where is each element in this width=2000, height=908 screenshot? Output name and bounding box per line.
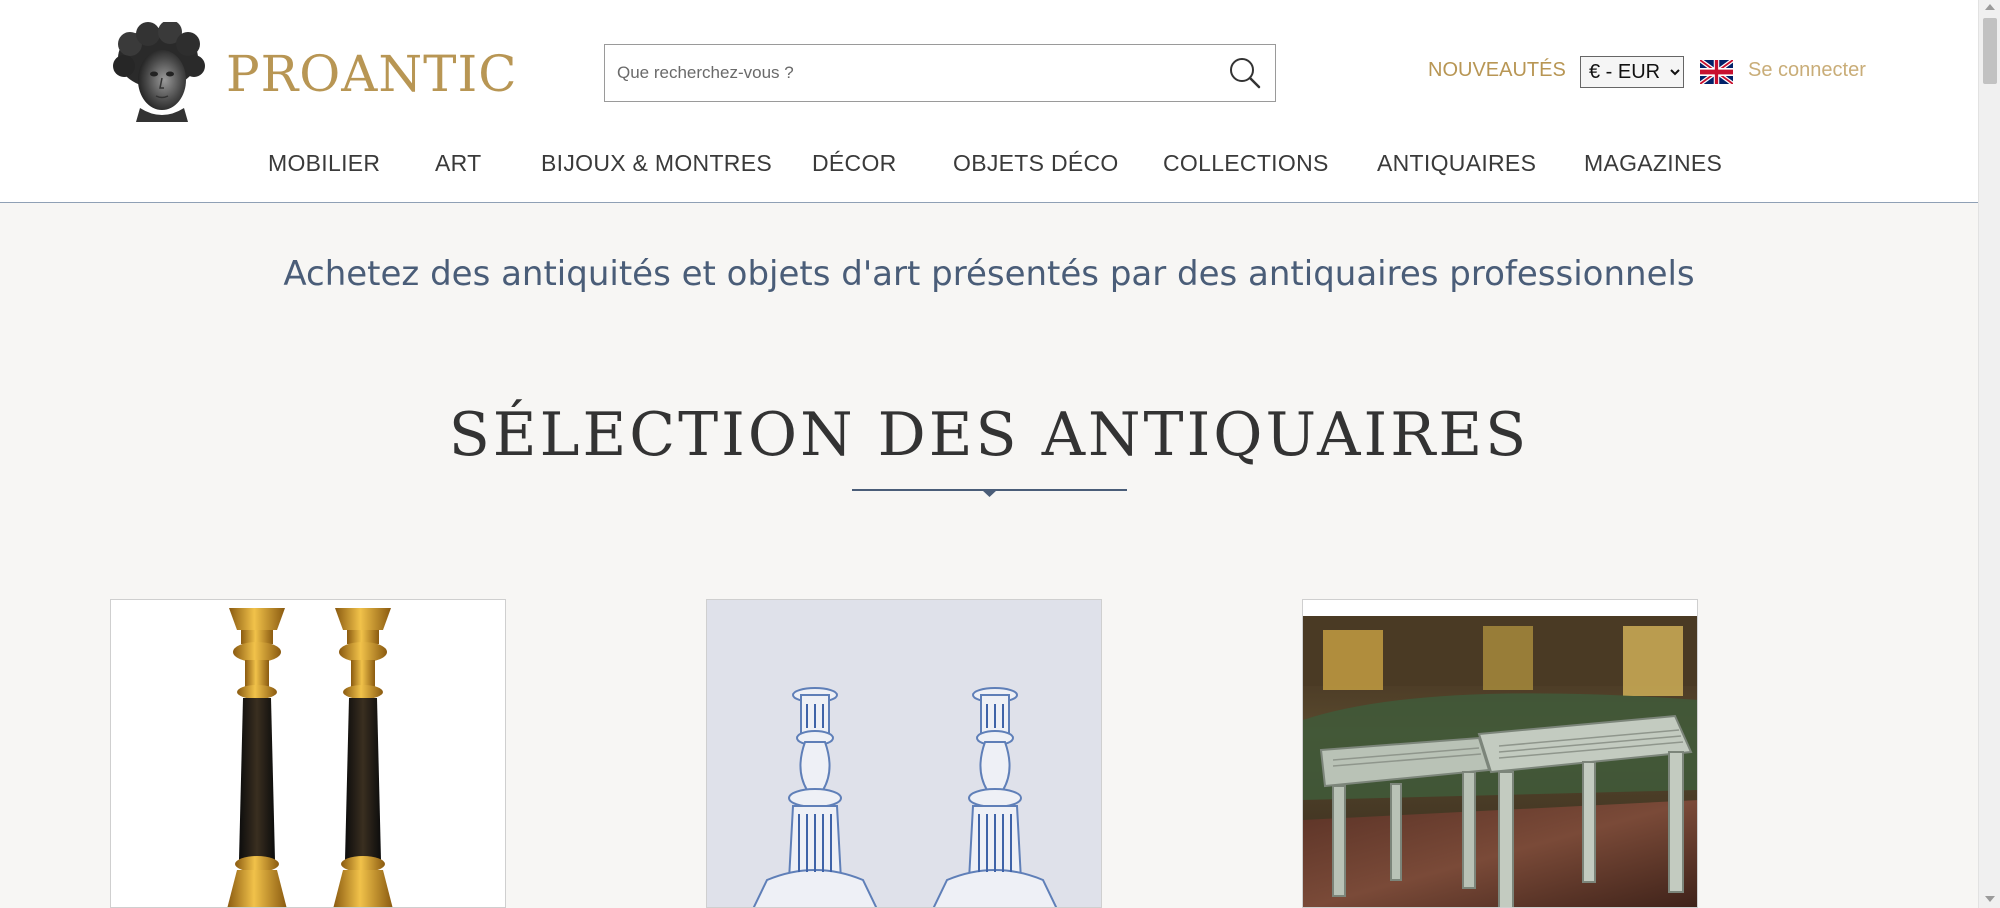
logo-text[interactable]: PROANTIC bbox=[226, 44, 518, 104]
search-bar bbox=[604, 44, 1276, 102]
nav-item-bijoux-montres[interactable]: BIJOUX & MONTRES bbox=[541, 150, 772, 177]
nav-item-decor[interactable]: DÉCOR bbox=[812, 150, 897, 177]
login-link[interactable]: Se connecter bbox=[1748, 59, 1866, 82]
section-title: SÉLECTION DES ANTIQUAIRES bbox=[448, 400, 1530, 470]
search-input[interactable] bbox=[605, 45, 1215, 101]
search-icon bbox=[1230, 58, 1261, 89]
scrollbar[interactable] bbox=[1978, 0, 2000, 908]
new-arrivals-link[interactable]: NOUVEAUTÉS bbox=[1428, 59, 1566, 82]
nav-item-art[interactable]: ART bbox=[435, 150, 482, 177]
product-card[interactable] bbox=[706, 599, 1102, 908]
uk-flag-icon[interactable] bbox=[1700, 60, 1733, 84]
title-divider bbox=[852, 489, 1127, 497]
nav-item-objets-deco[interactable]: OBJETS DÉCO bbox=[953, 150, 1119, 177]
scroll-down-arrow-icon[interactable] bbox=[1985, 896, 1995, 902]
product-card[interactable] bbox=[1302, 599, 1698, 908]
logo-bust-icon[interactable] bbox=[110, 22, 208, 122]
search-button[interactable] bbox=[1215, 45, 1275, 101]
scroll-thumb[interactable] bbox=[1983, 18, 1997, 84]
main-nav: MOBILIER ART BIJOUX & MONTRES DÉCOR OBJE… bbox=[0, 146, 1978, 182]
candlesticks-bronze-image bbox=[111, 600, 505, 907]
candlesticks-faience-image bbox=[707, 600, 1101, 907]
scroll-up-arrow-icon[interactable] bbox=[1985, 4, 1995, 10]
product-card[interactable] bbox=[110, 599, 506, 908]
nav-item-collections[interactable]: COLLECTIONS bbox=[1163, 150, 1329, 177]
currency-select[interactable]: € - EUR bbox=[1580, 56, 1684, 88]
nav-item-mobilier[interactable]: MOBILIER bbox=[268, 150, 380, 177]
nav-item-antiquaires[interactable]: ANTIQUAIRES bbox=[1377, 150, 1536, 177]
nav-item-magazines[interactable]: MAGAZINES bbox=[1584, 150, 1722, 177]
stools-image bbox=[1303, 600, 1697, 907]
site-header: PROANTIC NOUVEAUTÉS € - EUR Se connecter… bbox=[0, 0, 1978, 203]
tagline: Achetez des antiquités et objets d'art p… bbox=[283, 254, 1695, 294]
